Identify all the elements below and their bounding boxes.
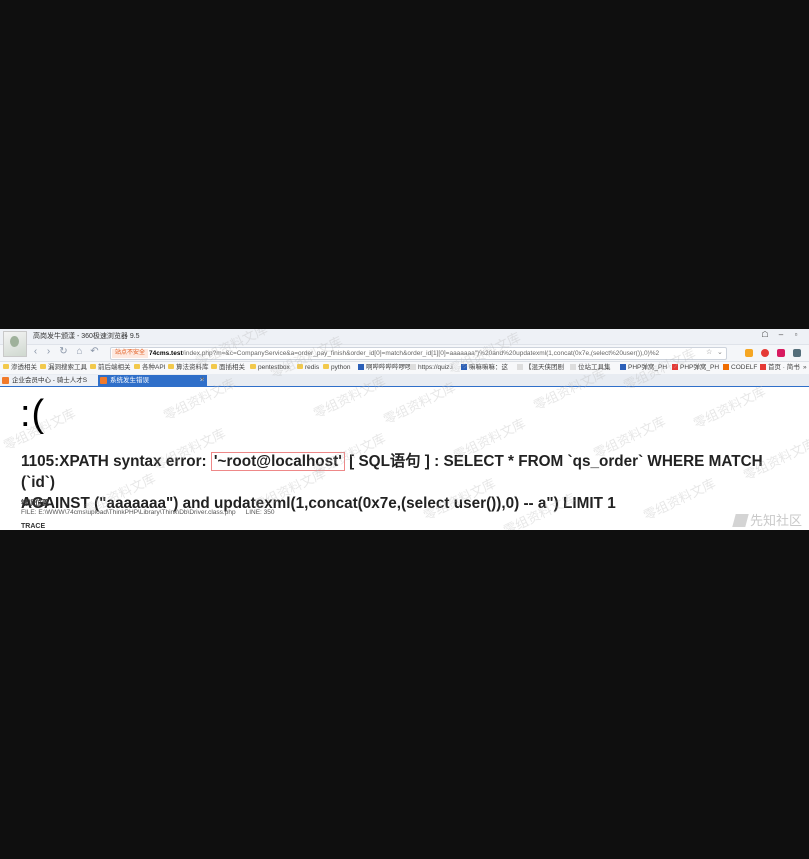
browser-menu-icon[interactable]: ☖ <box>759 330 771 339</box>
screenshot-icon[interactable] <box>777 349 785 357</box>
apps-icon[interactable] <box>745 349 753 357</box>
folder-icon <box>250 364 256 369</box>
bookmark-star-icon[interactable]: ☆ <box>706 348 712 356</box>
folder-icon <box>168 364 174 369</box>
xianzhi-logo: 先知社区 <box>732 510 802 529</box>
bookmark-item[interactable]: 【混天侠团剧 <box>517 364 564 372</box>
folder-icon <box>211 364 217 369</box>
bookmark-item[interactable]: 啊哔哔哔哔啰啰 <box>358 364 412 372</box>
address-bar[interactable]: 站点不安全 74cms.test/index.php?m=&c=CompanyS… <box>110 347 727 360</box>
watermark: 零组资料文库 <box>691 383 768 432</box>
page-icon <box>358 364 364 370</box>
page-icon <box>760 364 766 370</box>
window-title: 高岗发牛颁漾 - 360极速浏览器 9.5 <box>33 333 140 340</box>
bookmarks-more-button[interactable]: » <box>803 364 807 372</box>
url-host: 74cms.test <box>149 350 183 357</box>
undo-close-button[interactable]: ↶ <box>89 346 100 357</box>
error-location-heading: 错误位置 <box>21 500 49 507</box>
back-button[interactable]: ‹ <box>30 346 41 357</box>
bookmark-item[interactable]: 各种API <box>134 364 165 372</box>
bookmark-item[interactable]: 渗透相关 <box>3 364 37 372</box>
folder-icon <box>40 364 46 369</box>
page-icon <box>410 364 416 370</box>
error-prefix: 1105:XPATH syntax error: <box>21 453 211 470</box>
bookmark-item[interactable]: 算法资料库 <box>168 364 209 372</box>
bookmark-item[interactable]: python <box>323 364 351 372</box>
tab-bar: 企业会员中心 - 骑士人才S × 系统发生错误 × + <box>0 374 809 387</box>
error-file-line: FILE: E:\WWW\74cms\upload\ThinkPHP\Libra… <box>21 509 275 516</box>
xianzhi-logo-icon <box>732 514 749 527</box>
navigation-bar: ‹ › ↻ ⌂ ↶ 站点不安全 74cms.test/index.php?m=&… <box>0 345 809 362</box>
page-icon <box>570 364 576 370</box>
bookmark-item[interactable]: 嘛嘛嘛嘛：这 <box>461 364 508 372</box>
extension-icon[interactable] <box>761 349 769 357</box>
trace-heading: TRACE <box>21 523 46 530</box>
forward-button[interactable]: › <box>43 346 54 357</box>
tab-system-error[interactable]: 系统发生错误 × <box>98 375 207 386</box>
error-message: 1105:XPATH syntax error: '~root@localhos… <box>21 451 791 514</box>
insecure-site-badge[interactable]: 站点不安全 <box>112 349 149 358</box>
browser-screenshot: 高岗发牛颁漾 - 360极速浏览器 9.5 ☖ – ▫ ‹ › ↻ ⌂ ↶ 站点… <box>0 329 809 530</box>
page-icon <box>517 364 523 370</box>
tab-member-center[interactable]: 企业会员中心 - 骑士人才S × <box>0 375 106 386</box>
page-icon <box>461 364 467 370</box>
bookmark-item[interactable]: 面插相关 <box>211 364 245 372</box>
error-line-number: LINE: 350 <box>245 509 275 516</box>
sad-face: :( <box>20 393 46 435</box>
url-dropdown-icon[interactable]: ⌄ <box>717 348 723 356</box>
download-icon[interactable] <box>793 349 801 357</box>
bookmark-item[interactable]: PHP弹窝_PH <box>672 364 719 372</box>
bookmark-item[interactable]: PHP弹窝_PH <box>620 364 667 372</box>
maximize-button[interactable]: ▫ <box>790 330 802 339</box>
tab-label: 系统发生错误 <box>110 377 149 384</box>
bookmark-item[interactable]: redis <box>297 364 319 372</box>
error-highlight: '~root@localhost' <box>210 452 345 471</box>
folder-icon <box>323 364 329 369</box>
site-favicon <box>2 377 9 384</box>
title-bar: 高岗发牛颁漾 - 360极速浏览器 9.5 ☖ – ▫ <box>0 329 809 345</box>
bookmark-item[interactable]: https://quiz.i <box>410 364 453 372</box>
page-icon <box>672 364 678 370</box>
bookmark-item[interactable]: pentestbox <box>250 364 290 372</box>
folder-icon <box>297 364 303 369</box>
bookmark-item[interactable]: 前后端相关 <box>90 364 131 372</box>
url-text[interactable]: 74cms.test/index.php?m=&c=CompanyService… <box>149 349 659 358</box>
url-path: /index.php?m=&c=CompanyService&a=order_p… <box>182 350 660 357</box>
site-favicon <box>100 377 107 384</box>
bookmark-item[interactable]: CODELF <box>723 364 757 372</box>
bookmark-item[interactable]: 位站工具集 <box>570 364 611 372</box>
folder-icon <box>3 364 9 369</box>
bookmark-item[interactable]: 首页 · 简书 <box>760 364 800 372</box>
page-icon <box>723 364 729 370</box>
reload-button[interactable]: ↻ <box>58 346 69 357</box>
bookmark-item[interactable]: 漏洞搜索工具 <box>40 364 87 372</box>
tab-label: 企业会员中心 - 骑士人才S <box>12 377 88 384</box>
minimize-button[interactable]: – <box>775 330 787 339</box>
error-file-path: FILE: E:\WWW\74cms\upload\ThinkPHP\Libra… <box>21 509 236 516</box>
new-tab-button[interactable]: + <box>200 374 205 384</box>
home-button[interactable]: ⌂ <box>74 346 85 357</box>
folder-icon <box>134 364 140 369</box>
user-avatar[interactable] <box>3 331 27 357</box>
folder-icon <box>90 364 96 369</box>
page-icon <box>620 364 626 370</box>
